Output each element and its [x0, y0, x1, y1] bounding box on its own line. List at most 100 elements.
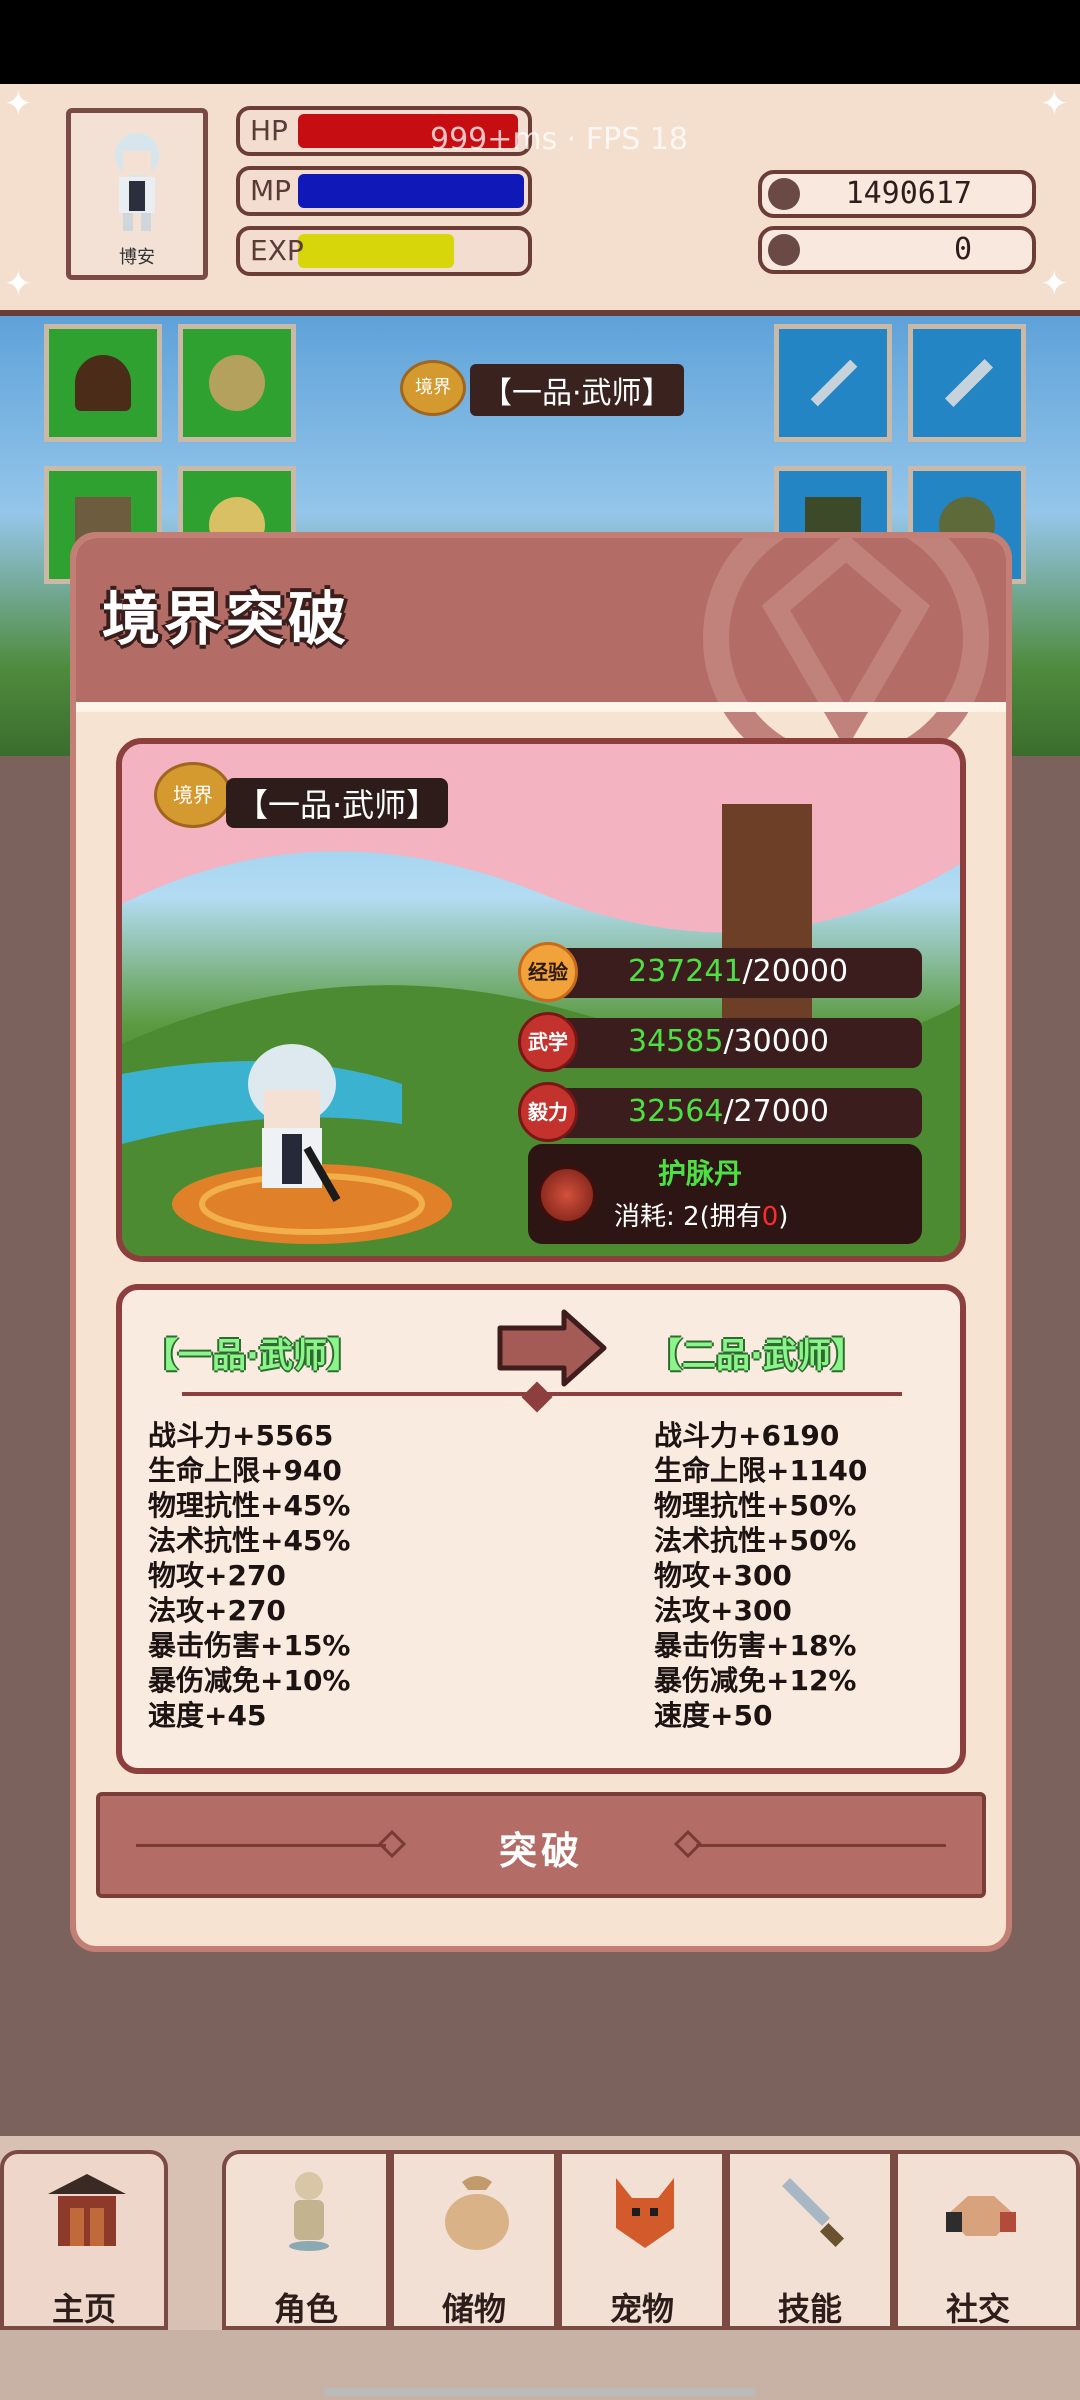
- item-cost: 消耗: 2(拥有0): [614, 1196, 788, 1233]
- realm-badge-icon: 境界: [154, 762, 232, 828]
- nav-skills-label: 技能: [777, 2290, 842, 2328]
- mp-bar: MP: [236, 166, 532, 216]
- necklace-icon: [209, 355, 265, 411]
- nav-character-label: 角色: [273, 2290, 338, 2328]
- exp-label: EXP: [250, 234, 304, 267]
- corner-star-icon: ✦: [4, 84, 33, 124]
- realm-comparison-panel: 【一品·武师】 【二品·武师】 战斗力+5565 生命上限+940 物理抗性+4…: [116, 1284, 966, 1774]
- button-ornament-line: [696, 1844, 946, 1847]
- current-stat: 法攻+270: [148, 1594, 286, 1627]
- stat-experience: 经验 237241/20000: [518, 942, 922, 1002]
- player-name: 博安: [119, 247, 155, 268]
- corner-star-icon: ✦: [1040, 264, 1069, 304]
- scene-realm-text: 【一品·武师】: [470, 364, 684, 416]
- martial-current: 34585: [628, 1024, 724, 1059]
- next-stat: 物理抗性+50%: [654, 1489, 857, 1522]
- corner-star-icon: ✦: [4, 264, 33, 304]
- nav-storage-label: 储物: [441, 2290, 506, 2328]
- bag-icon: [445, 2176, 509, 2250]
- perseverance-medal-icon: 毅力: [518, 1082, 578, 1142]
- perseverance-progress: 32564/27000: [628, 1094, 829, 1129]
- nav-tab-social[interactable]: 社交: [894, 2150, 1080, 2330]
- experience-progress: 237241/20000: [628, 954, 848, 989]
- next-stat: 战斗力+6190: [654, 1419, 840, 1452]
- equipment-slot-sword[interactable]: [774, 324, 892, 442]
- stat-martial: 武学 34585/30000: [518, 1012, 922, 1072]
- blade-icon: [944, 358, 994, 408]
- next-stat: 速度+50: [654, 1699, 773, 1732]
- equipment-slot-necklace[interactable]: [178, 324, 296, 442]
- item-owned-count: 0: [761, 1202, 779, 1232]
- nav-tab-storage[interactable]: 储物: [390, 2150, 558, 2330]
- exp-bar-fill: [298, 234, 454, 268]
- current-stats-list: 战斗力+5565 生命上限+940 物理抗性+45% 法术抗性+45% 物攻+2…: [148, 1418, 350, 1733]
- next-stat: 暴伤减免+12%: [654, 1664, 857, 1697]
- nav-home-label: 主页: [51, 2290, 116, 2328]
- corner-star-icon: ✦: [1040, 84, 1069, 124]
- martial-required: /30000: [723, 1024, 829, 1059]
- current-stat: 物攻+270: [148, 1559, 286, 1592]
- dialog-title: 境界突破: [102, 585, 351, 653]
- nav-social-label: 社交: [945, 2290, 1010, 2328]
- realm-preview-panel: 境界 【一品·武师】 经验 237241/20000 武学 34585/3000…: [116, 738, 966, 1262]
- equipment-slot-blade[interactable]: [908, 324, 1026, 442]
- next-stats-list: 战斗力+6190 生命上限+1140 物理抗性+50% 法术抗性+50% 物攻+…: [654, 1418, 867, 1733]
- item-name: 护脉丹: [658, 1157, 743, 1190]
- coin-counter: 1490617: [758, 170, 1036, 218]
- nav-home[interactable]: 主页: [0, 2150, 168, 2330]
- item-cost-suffix: ): [778, 1202, 789, 1232]
- coin-icon: [768, 178, 800, 210]
- hp-label: HP: [250, 114, 288, 147]
- breakthrough-button[interactable]: 突破: [96, 1792, 986, 1898]
- header-divider: [76, 702, 1006, 712]
- current-stat: 物理抗性+45%: [148, 1489, 351, 1522]
- dialog-header: 境界突破: [76, 538, 1006, 781]
- pavilion-icon: [48, 2174, 126, 2246]
- current-realm-label: 【一品·武师】: [144, 1336, 361, 1376]
- current-stat: 战斗力+5565: [148, 1419, 334, 1452]
- current-stat: 法术抗性+45%: [148, 1524, 351, 1557]
- nav-pet-label: 宠物: [609, 2290, 674, 2328]
- status-bar: [0, 0, 1080, 84]
- player-avatar[interactable]: 博安: [66, 108, 208, 280]
- sword-icon: [810, 359, 858, 407]
- character-icon: [289, 2172, 329, 2251]
- current-stat: 暴击伤害+15%: [148, 1629, 351, 1662]
- realm-breakthrough-dialog: 境界突破 境界 【一品·武师】 经验 237241/20000 武学 34585…: [70, 532, 1012, 1952]
- equipment-slot-helmet[interactable]: [44, 324, 162, 442]
- perseverance-required: /27000: [723, 1094, 829, 1129]
- current-stat: 暴伤减免+10%: [148, 1664, 351, 1697]
- nav-tab-pet[interactable]: 宠物: [558, 2150, 726, 2330]
- helmet-icon: [75, 355, 131, 411]
- mp-label: MP: [250, 174, 292, 207]
- perseverance-current: 32564: [628, 1094, 724, 1129]
- next-stat: 物攻+300: [654, 1559, 792, 1592]
- sword-skill-icon: [782, 2178, 845, 2248]
- experience-medal-icon: 经验: [518, 942, 578, 1002]
- next-stat: 法攻+300: [654, 1594, 792, 1627]
- item-cost-prefix: 消耗: 2(拥有: [614, 1202, 762, 1232]
- next-stat: 生命上限+1140: [654, 1454, 868, 1487]
- realm-badge-icon: 境界: [400, 360, 466, 416]
- next-stat: 法术抗性+50%: [654, 1524, 857, 1557]
- preview-realm-text: 【一品·武师】: [226, 778, 449, 828]
- required-item[interactable]: 护脉丹 消耗: 2(拥有0): [528, 1144, 922, 1244]
- martial-medal-icon: 武学: [518, 1012, 578, 1072]
- exp-bar: EXP: [236, 226, 532, 276]
- arrow-right-icon: [497, 1309, 607, 1387]
- handshake-icon: [946, 2196, 1016, 2236]
- current-stat: 速度+45: [148, 1699, 267, 1732]
- coin-value: 1490617: [845, 176, 972, 211]
- current-stat: 生命上限+940: [148, 1454, 342, 1487]
- experience-current: 237241: [628, 954, 743, 989]
- fox-pet-icon: [616, 2178, 674, 2248]
- home-indicator[interactable]: [324, 2388, 756, 2396]
- martial-progress: 34585/30000: [628, 1024, 829, 1059]
- nav-tab-skills[interactable]: 技能: [726, 2150, 894, 2330]
- next-realm-label: 【二品·武师】: [648, 1336, 865, 1376]
- nav-tab-character[interactable]: 角色: [222, 2150, 390, 2330]
- gem-counter: 0: [758, 226, 1036, 274]
- experience-required: /20000: [742, 954, 849, 989]
- network-fps-readout: 999+ms · FPS 18: [430, 122, 688, 157]
- mp-bar-fill: [298, 174, 524, 208]
